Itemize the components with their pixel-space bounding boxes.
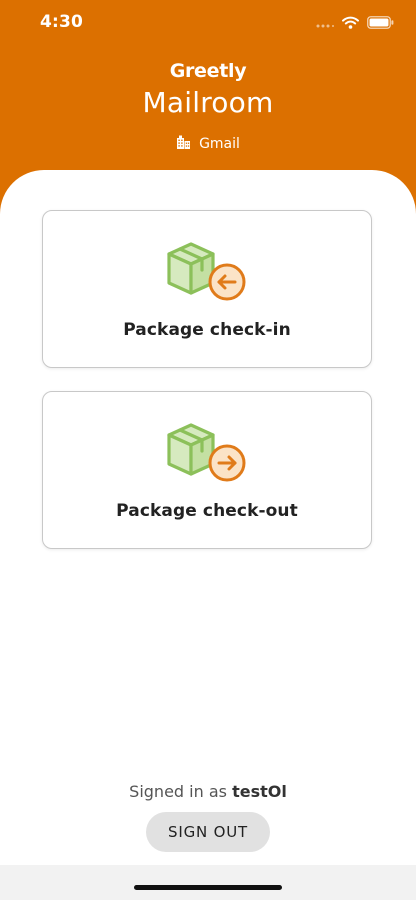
package-check-out-icon: [167, 423, 246, 482]
brand-logo: Greetly: [169, 60, 247, 82]
tenant-label: Gmail: [0, 135, 416, 152]
bottom-bar: [0, 865, 416, 900]
package-check-in-label: Package check-in: [123, 320, 291, 340]
signal-icon: [316, 24, 334, 28]
package-check-in-button[interactable]: Package check-in: [42, 210, 372, 368]
package-check-in-icon: [167, 242, 246, 301]
status-bar: 4:30: [0, 0, 416, 46]
package-check-out-label: Package check-out: [116, 501, 298, 521]
status-icons: [316, 14, 394, 30]
sign-out-button[interactable]: SIGN OUT: [146, 812, 270, 852]
signed-in-prefix: Signed in as: [129, 782, 227, 801]
signed-in-username: testOl: [232, 782, 287, 801]
building-icon: [177, 135, 191, 149]
page-title: Mailroom: [142, 86, 274, 119]
status-time: 4:30: [40, 12, 84, 32]
tenant-name: Gmail: [199, 136, 240, 152]
package-check-out-button[interactable]: Package check-out: [42, 391, 372, 549]
wifi-icon: [342, 16, 359, 29]
battery-icon: [367, 15, 394, 29]
signed-in-status: Signed in as testOl: [0, 782, 416, 801]
home-indicator[interactable]: [134, 885, 282, 890]
